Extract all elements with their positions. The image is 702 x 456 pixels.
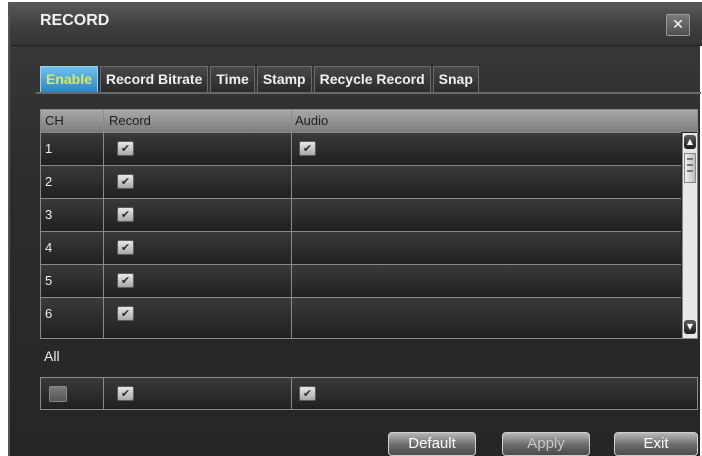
apply-button[interactable]: Apply: [502, 432, 590, 456]
column-divider: [103, 166, 104, 199]
tab-snap[interactable]: Snap: [432, 66, 479, 92]
column-divider: [103, 378, 104, 409]
scroll-down-icon[interactable]: ▼: [684, 320, 696, 334]
tab-recycle-record[interactable]: Recycle Record: [313, 66, 431, 92]
exit-button[interactable]: Exit: [614, 432, 698, 456]
title-bar: RECORD ✕: [10, 2, 702, 46]
channel-table: CH Record Audio 1 ✔ ✔ 2 ✔ 3 ✔ 4 ✔ 5 ✔ 6 …: [40, 109, 698, 339]
scrollbar-thumb[interactable]: [684, 153, 696, 183]
column-divider: [103, 110, 104, 132]
column-divider: [291, 199, 292, 232]
tab-divider: [36, 92, 701, 94]
column-divider: [291, 133, 292, 166]
record-checkbox[interactable]: ✔: [117, 240, 134, 255]
tab-enable[interactable]: Enable: [40, 66, 98, 92]
all-label: All: [44, 348, 60, 364]
scroll-up-icon[interactable]: ▲: [684, 135, 696, 149]
channel-number: 6: [45, 306, 53, 321]
all-select-box[interactable]: [49, 386, 67, 402]
record-dialog: RECORD ✕ Enable Record Bitrate Time Stam…: [8, 2, 702, 456]
tab-bar: Enable Record Bitrate Time Stamp Recycle…: [40, 66, 479, 92]
tab-stamp[interactable]: Stamp: [256, 66, 312, 92]
table-row: 2 ✔: [41, 165, 681, 199]
column-divider: [291, 110, 292, 132]
table-scrollbar[interactable]: ▲ ▼: [682, 133, 697, 338]
default-button[interactable]: Default: [388, 432, 476, 456]
channel-number: 3: [45, 207, 53, 222]
record-checkbox[interactable]: ✔: [117, 174, 134, 189]
column-divider: [291, 265, 292, 298]
record-checkbox[interactable]: ✔: [117, 273, 134, 288]
column-divider: [291, 378, 292, 409]
column-divider: [103, 298, 104, 339]
record-checkbox[interactable]: ✔: [117, 141, 134, 156]
tab-record-bitrate[interactable]: Record Bitrate: [99, 66, 209, 92]
all-record-checkbox[interactable]: ✔: [117, 386, 134, 401]
record-checkbox[interactable]: ✔: [117, 207, 134, 222]
column-divider: [103, 199, 104, 232]
table-row: 6 ✔: [41, 297, 681, 339]
table-header: CH Record Audio: [41, 110, 697, 132]
table-row: 1 ✔ ✔: [41, 132, 681, 166]
channel-number: 2: [45, 174, 53, 189]
table-row: 5 ✔: [41, 264, 681, 298]
channel-number: 1: [45, 141, 53, 156]
close-icon[interactable]: ✕: [666, 14, 690, 36]
column-divider: [291, 298, 292, 339]
channel-number: 4: [45, 240, 53, 255]
audio-checkbox[interactable]: ✔: [299, 141, 316, 156]
column-divider: [103, 265, 104, 298]
column-divider: [103, 133, 104, 166]
column-header-ch: CH: [45, 113, 64, 128]
column-divider: [291, 232, 292, 265]
channel-number: 5: [45, 273, 53, 288]
column-divider: [103, 232, 104, 265]
column-divider: [291, 166, 292, 199]
column-header-record: Record: [109, 113, 151, 128]
all-row: ✔ ✔: [40, 377, 698, 410]
table-row: 4 ✔: [41, 231, 681, 265]
dialog-title: RECORD: [40, 12, 110, 29]
tab-time[interactable]: Time: [210, 66, 255, 92]
all-audio-checkbox[interactable]: ✔: [299, 386, 316, 401]
table-row: 3 ✔: [41, 198, 681, 232]
column-header-audio: Audio: [295, 113, 329, 128]
record-checkbox[interactable]: ✔: [117, 306, 134, 321]
